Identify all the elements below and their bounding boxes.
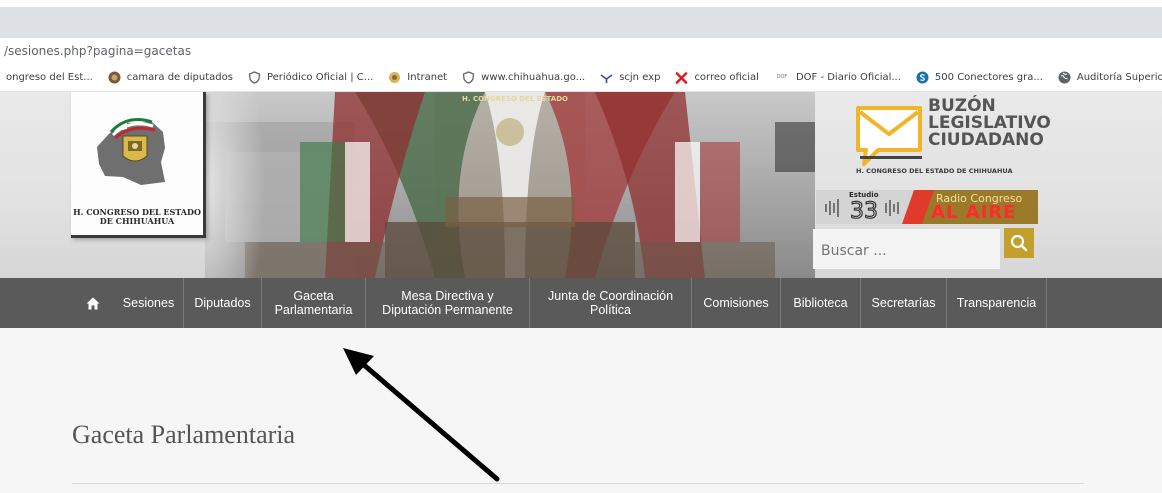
address-bar[interactable]: /sesiones.php?pagina=gacetas [0,38,1162,64]
search-input[interactable] [813,229,1000,269]
bookmark-label: Auditoría Superior... [1076,72,1162,83]
bookmark-label: 500 Conectores gra... [934,72,1043,83]
mail-envelope-icon[interactable] [854,104,926,168]
bookmark-congreso[interactable]: ongreso del Est... [6,72,93,83]
site-header: H. CONGRESO DEL ESTADO H. CONGRESO DEL E… [0,92,1162,278]
bookmark-label: Intranet [407,72,448,83]
chamber-icon [108,71,121,84]
nav-junta-coordinacion[interactable]: Junta de Coordinación Política [530,278,692,328]
logo-caption: H. CONGRESO DEL ESTADO DE CHIHUAHUA [71,208,203,226]
bookmark-label: Periódico Oficial | C... [266,72,374,83]
bookmark-label: camara de diputados [126,72,233,83]
bookmark-label: correo oficial [694,72,759,83]
nav-label: Sesiones [122,296,175,310]
chihuahua-state-emblem-icon [97,118,165,185]
main-navigation: Sesiones Diputados Gaceta Parlamentaria … [0,278,1162,328]
congress-logo[interactable]: H. CONGRESO DEL ESTADO DE CHIHUAHUA [71,92,206,238]
nav-label-line1: Gaceta [293,289,334,303]
bookmark-label: ongreso del Est... [6,72,93,83]
bookmark-scjn-exp[interactable]: scjn exp [600,71,660,84]
nav-label-line1: Junta de Coordinación [547,289,674,303]
studio-label: Estudio [849,191,879,199]
x-mark-icon [675,71,688,84]
buzon-subtitle: H. CONGRESO DEL ESTADO DE CHIHUAHUA [856,167,1013,175]
nav-label-line2: Diputación Permanente [382,303,513,317]
buzon-legislativo-title[interactable]: BUZÓN LEGISLATIVO CIUDADANO [928,98,1051,150]
buzon-line3: CIUDADANO [928,130,1044,150]
nav-label-line2: Parlamentaria [274,303,353,317]
bookmark-camara-diputados[interactable]: camara de diputados [108,71,233,84]
shield-icon [248,71,261,84]
nav-biblioteca[interactable]: Biblioteca [781,278,861,328]
bookmark-label: www.chihuahua.go... [481,72,586,83]
nav-label: Transparencia [956,296,1037,310]
nav-transparencia[interactable]: Transparencia [947,278,1047,328]
nav-label: Biblioteca [793,296,848,310]
s-circle-icon [916,71,929,84]
al-aire-label: AL AIRE [931,202,1017,223]
search-icon [1010,234,1028,252]
shield-icon [462,71,475,84]
nav-label: Comisiones [703,296,769,310]
bookmark-periodico-oficial[interactable]: Periódico Oficial | C... [248,71,373,84]
studio-number: 33 [850,199,878,224]
search-button[interactable] [1004,228,1034,258]
bookmark-label: DOF - Diario Oficial... [795,72,901,83]
website-area: H. CONGRESO DEL ESTADO H. CONGRESO DEL E… [0,92,1162,493]
bookmark-dof[interactable]: DOF DOF - Diario Oficial... [774,71,901,84]
nav-label-line1: Mesa Directiva y [401,289,494,303]
nav-sesiones[interactable]: Sesiones [114,278,184,328]
hall-banner-text: H. CONGRESO DEL ESTADO [462,95,568,103]
nav-label: Diputados [194,296,251,310]
nav-diputados[interactable]: Diputados [184,278,262,328]
page-title: Gaceta Parlamentaria [72,420,296,449]
nav-comisiones[interactable]: Comisiones [692,278,781,328]
content-divider [72,483,1084,484]
scjn-icon [600,71,613,84]
intranet-icon [388,71,401,84]
logo-caption-line2: DE CHIHUAHUA [99,216,175,226]
nav-mesa-directiva[interactable]: Mesa Directiva y Diputación Permanente [366,278,530,328]
bookmark-chihuahua-gob[interactable]: www.chihuahua.go... [462,71,585,84]
nav-label: Secretarías [871,296,936,310]
dof-icon: DOF [776,74,788,80]
nav-home[interactable] [72,278,114,328]
home-icon [86,297,100,309]
bookmark-500-conectores[interactable]: 500 Conectores gra... [916,71,1043,84]
bookmark-label: scjn exp [619,72,661,83]
bookmark-intranet[interactable]: Intranet [388,71,447,84]
bookmarks-bar: ongreso del Est... camara de diputados P… [0,64,1162,92]
url-text: /sesiones.php?pagina=gacetas [4,44,192,58]
bookmark-auditoria-superior[interactable]: Auditoría Superior... [1058,71,1162,84]
nav-label-line2: Política [590,303,631,317]
nav-secretarias[interactable]: Secretarías [861,278,947,328]
congress-hall-image: H. CONGRESO DEL ESTADO [205,92,815,278]
nav-gaceta-parlamentaria[interactable]: Gaceta Parlamentaria [262,278,366,328]
bookmark-correo-oficial[interactable]: correo oficial [675,71,759,84]
browser-tab-strip [0,7,1162,38]
globe-icon [1058,71,1071,84]
